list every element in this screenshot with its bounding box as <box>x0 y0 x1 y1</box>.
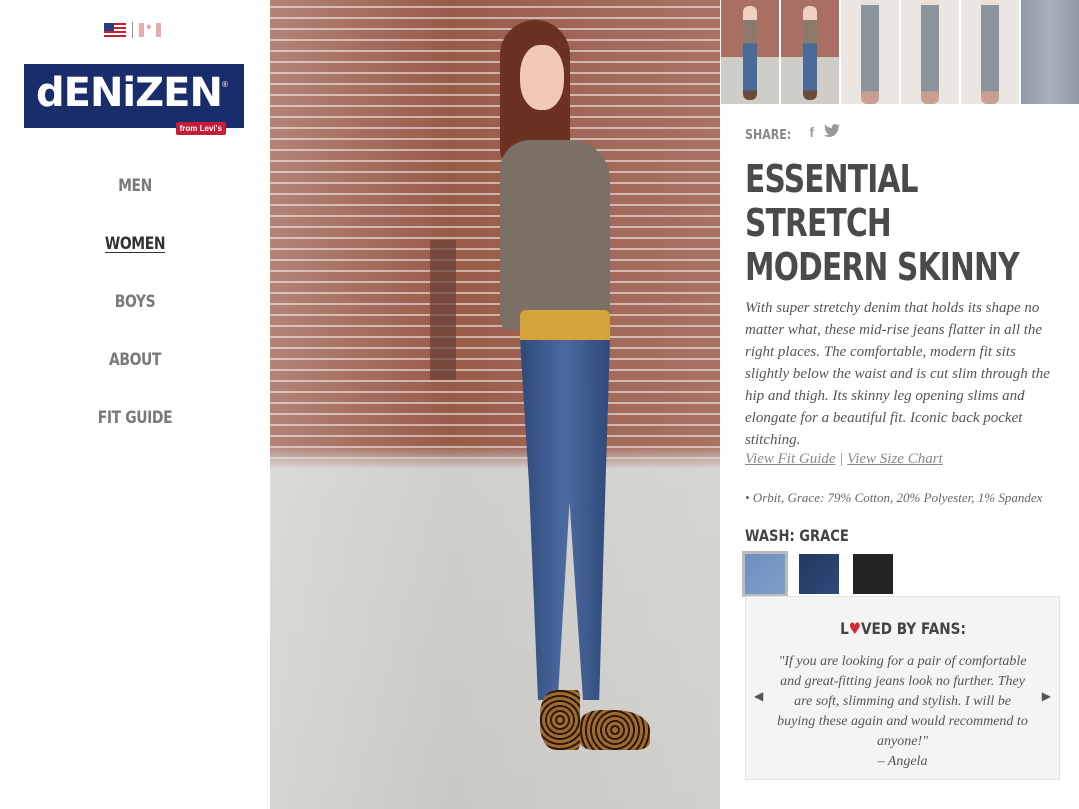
fans-title-prefix: L <box>839 619 849 638</box>
canada-flag-icon[interactable] <box>139 23 161 37</box>
model-face <box>520 45 564 110</box>
thumbnail-legs-front[interactable] <box>841 0 899 104</box>
loved-by-fans-box: L♥VED BY FANS: ◀ ▶ "If you are looking f… <box>745 596 1060 780</box>
product-title-line-2: MODERN SKINNY <box>745 245 1020 289</box>
thumbnail-front-full[interactable] <box>721 0 779 104</box>
size-links: View Fit Guide | View Size Chart <box>745 451 1060 468</box>
model-jeans <box>520 340 610 700</box>
thumbnail-figure <box>861 0 879 104</box>
model-jacket <box>500 140 610 330</box>
nav-item-men[interactable]: MEN <box>24 172 245 230</box>
main-nav: MEN WOMEN BOYS ABOUT FIT GUIDE <box>0 172 270 462</box>
nav-item-about[interactable]: ABOUT <box>24 346 245 404</box>
next-review-arrow-icon[interactable]: ▶ <box>1042 689 1051 703</box>
product-title-line-1: ESSENTIAL STRETCH <box>745 157 919 245</box>
logo-text: dENiZEN <box>36 70 223 116</box>
nav-item-women[interactable]: WOMEN <box>24 230 245 288</box>
view-fit-guide-link[interactable]: View Fit Guide <box>745 451 836 467</box>
levis-badge: from Levi's <box>175 122 226 135</box>
product-details: SHARE: f ESSENTIAL STRETCH MODERN SKINNY… <box>742 120 1060 597</box>
registered-mark: ® <box>222 80 228 89</box>
product-title: ESSENTIAL STRETCH MODERN SKINNY <box>745 157 1057 289</box>
thumbnail-figure <box>803 6 817 100</box>
review-text: "If you are looking for a pair of comfor… <box>777 654 1028 749</box>
us-flag-icon[interactable] <box>104 23 126 37</box>
share-bar: SHARE: f <box>745 120 1060 143</box>
wash-swatch-dark[interactable] <box>799 554 839 594</box>
fans-title: L♥VED BY FANS: <box>746 619 1059 638</box>
country-selector <box>104 22 161 38</box>
denizen-logo[interactable]: dENiZEN ® from Levi's <box>24 64 244 135</box>
view-size-chart-link[interactable]: View Size Chart <box>847 451 943 467</box>
heart-icon: ♥ <box>848 619 861 638</box>
product-description: With super stretchy denim that holds its… <box>745 300 1050 448</box>
wash-swatch-grace[interactable] <box>742 551 788 597</box>
sidebar: dENiZEN ® from Levi's MEN WOMEN BOYS ABO… <box>0 0 270 809</box>
thumbnail-figure <box>981 0 999 104</box>
model-shoe-right <box>580 710 650 750</box>
twitter-icon[interactable] <box>824 123 841 140</box>
product-hero-image <box>270 0 720 809</box>
link-separator: | <box>839 451 844 467</box>
facebook-icon[interactable]: f <box>809 124 814 140</box>
review-author: – Angela <box>877 754 928 769</box>
flag-divider <box>132 22 133 38</box>
share-label: SHARE: <box>745 128 792 143</box>
thumbnail-back-full[interactable] <box>781 0 839 104</box>
thumbnail-figure <box>921 0 939 104</box>
product-thumbnails <box>721 0 1079 104</box>
previous-review-arrow-icon[interactable]: ◀ <box>754 689 763 703</box>
wash-label: WASH: GRACE <box>745 526 849 545</box>
review-quote: "If you are looking for a pair of comfor… <box>774 652 1031 772</box>
thumbnail-fabric-detail[interactable] <box>1021 0 1079 104</box>
thumbnail-figure <box>1021 0 1079 104</box>
thumbnail-legs-back[interactable] <box>961 0 1019 104</box>
wash-swatches <box>742 551 1060 597</box>
wash-swatch-black[interactable] <box>853 554 893 594</box>
model-shoe-left <box>540 690 580 750</box>
fabric-composition: • Orbit, Grace: 79% Cotton, 20% Polyeste… <box>745 490 1043 505</box>
thumbnail-legs-side[interactable] <box>901 0 959 104</box>
fans-title-suffix: VED BY FANS: <box>860 619 966 638</box>
thumbnail-figure <box>743 6 757 100</box>
nav-item-fit-guide[interactable]: FIT GUIDE <box>24 404 245 462</box>
nav-item-boys[interactable]: BOYS <box>24 288 245 346</box>
model-figure <box>370 20 650 780</box>
